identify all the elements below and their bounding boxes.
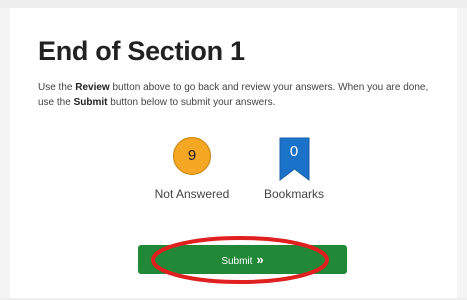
bookmark-icon: 0 [279,137,310,181]
double-chevron-right-icon: » [256,252,264,267]
section-title: End of Section 1 [38,36,245,66]
instructions-part-3: button below to submit your answers. [107,97,276,108]
not-answered-label: Not Answered [154,187,230,201]
bookmarks-summary[interactable]: 0 Bookmarks [239,137,349,201]
instructions-part-1: Use the [38,82,76,93]
not-answered-summary[interactable]: 9 Not Answered [137,137,247,201]
top-border [0,0,467,8]
exam-section-page: End of Section 1 Use the Review button a… [0,0,467,300]
left-margin [0,8,10,298]
submit-button[interactable]: Submit» [138,245,347,274]
instructions-text: Use the Review button above to go back a… [38,80,438,110]
submit-button-label: Submit [221,256,253,267]
review-keyword: Review [75,82,110,93]
not-answered-count-badge: 9 [173,137,211,175]
bookmarks-label: Bookmarks [263,187,325,201]
bookmarks-count: 0 [289,143,299,160]
right-margin [457,8,467,298]
submit-keyword: Submit [73,97,108,108]
